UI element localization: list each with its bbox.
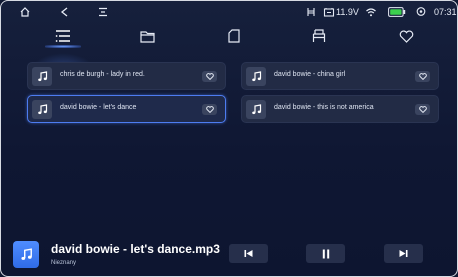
heart-icon (418, 73, 427, 80)
heart-icon (418, 106, 427, 113)
album-art[interactable] (13, 241, 39, 268)
location-icon (413, 4, 429, 20)
folder-icon (139, 30, 155, 43)
battery-icon (387, 4, 407, 20)
list-icon (55, 30, 70, 42)
tab-usb[interactable] (297, 23, 341, 49)
back-icon[interactable] (57, 4, 73, 20)
menu-icon[interactable] (95, 4, 111, 20)
tab-favorites[interactable] (384, 23, 428, 49)
active-tab-indicator (45, 45, 81, 48)
song-title: david bowie - this is not america (274, 104, 374, 111)
skip-next-icon (399, 250, 408, 257)
seat-icon (303, 4, 319, 20)
music-note-icon (246, 67, 266, 86)
home-icon[interactable] (17, 4, 33, 20)
voltage-text: 11.9V (336, 7, 359, 17)
favorite-button[interactable] (202, 71, 217, 82)
list-item[interactable]: david bowie - china girl (241, 62, 439, 90)
song-title: chris de burgh - lady in red. (60, 71, 145, 78)
skip-previous-icon (244, 250, 253, 257)
music-note-icon (246, 100, 266, 119)
music-note-icon (32, 67, 52, 86)
list-item[interactable]: david bowie - this is not america (241, 95, 439, 123)
heart-icon (205, 73, 214, 80)
tab-sd-card[interactable] (212, 23, 256, 49)
favorite-button[interactable] (202, 104, 217, 115)
music-note-icon (20, 248, 32, 260)
tab-folders[interactable] (125, 23, 169, 49)
heart-icon (205, 106, 214, 113)
now-playing-artist: Nieznany (51, 260, 77, 266)
battery-voltage-icon (321, 4, 337, 20)
song-title: david bowie - china girl (274, 71, 346, 78)
list-item[interactable]: chris de burgh - lady in red. (27, 62, 226, 90)
pause-icon (322, 249, 329, 258)
favorite-button[interactable] (415, 104, 430, 115)
previous-button[interactable] (229, 244, 268, 263)
status-bar: 11.9V 07:31 (1, 1, 457, 23)
now-playing-title: david bowie - let's dance.mp3 (51, 242, 220, 256)
song-title: david bowie - let's dance (60, 104, 137, 111)
clock-text: 07:31 (434, 7, 457, 17)
list-item[interactable]: david bowie - let's dance (27, 95, 226, 123)
music-note-icon (32, 100, 52, 119)
music-player-screen: 11.9V 07:31 chris de burgh - lady in red… (0, 0, 458, 277)
pause-button[interactable] (306, 244, 345, 263)
favorite-button[interactable] (415, 71, 430, 82)
wifi-icon (363, 4, 379, 20)
usb-icon (312, 29, 326, 42)
next-button[interactable] (384, 244, 423, 263)
sd-card-icon (228, 29, 240, 43)
heart-icon (399, 29, 413, 43)
